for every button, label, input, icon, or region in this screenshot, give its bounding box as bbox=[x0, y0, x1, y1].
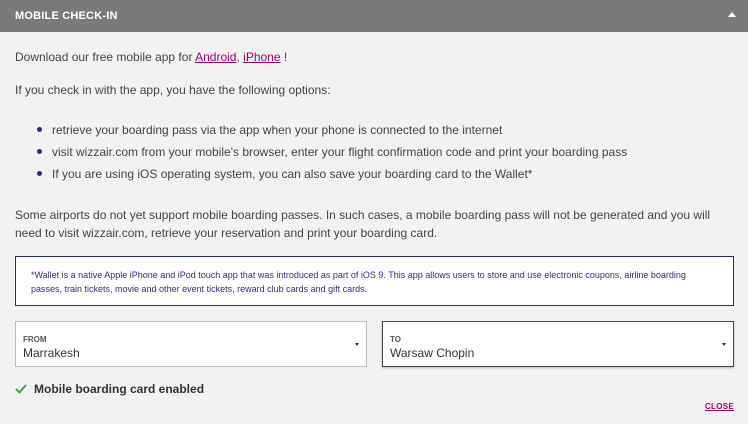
dropdown-arrow-icon bbox=[722, 343, 726, 346]
wallet-note-text: *Wallet is a native Apple iPhone and iPo… bbox=[31, 270, 686, 294]
status-text: Mobile boarding card enabled bbox=[34, 382, 205, 396]
to-value: Warsaw Chopin bbox=[390, 346, 475, 360]
to-airport-select[interactable]: TO Warsaw Chopin bbox=[382, 321, 734, 367]
to-label: TO bbox=[390, 335, 401, 344]
section-title: MOBILE CHECK-IN bbox=[15, 10, 118, 22]
from-value: Marrakesh bbox=[23, 346, 80, 360]
list-item-text: If you are using iOS operating system, y… bbox=[52, 167, 533, 181]
list-item: visit wizzair.com from your mobile's bro… bbox=[15, 144, 735, 166]
close-link[interactable]: CLOSE bbox=[705, 402, 734, 411]
mobile-boarding-status: Mobile boarding card enabled bbox=[15, 382, 204, 396]
android-link[interactable]: Android bbox=[195, 50, 236, 64]
options-list: retrieve your boarding pass via the app … bbox=[15, 122, 735, 188]
airports-note: Some airports do not yet support mobile … bbox=[15, 208, 711, 240]
bullet-icon bbox=[37, 149, 42, 154]
iphone-link[interactable]: iPhone bbox=[243, 50, 280, 64]
options-intro: If you check in with the app, you have t… bbox=[15, 83, 331, 97]
list-item: If you are using iOS operating system, y… bbox=[15, 166, 735, 188]
download-intro: Download our free mobile app for Android… bbox=[15, 50, 287, 64]
intro-prefix: Download our free mobile app for bbox=[15, 50, 196, 64]
list-item-text: retrieve your boarding pass via the app … bbox=[52, 123, 503, 137]
dropdown-arrow-icon bbox=[355, 343, 359, 346]
list-item: retrieve your boarding pass via the app … bbox=[15, 122, 735, 144]
from-label: FROM bbox=[23, 335, 47, 344]
from-airport-select[interactable]: FROM Marrakesh bbox=[15, 321, 367, 367]
intro-suffix: ! bbox=[280, 50, 288, 64]
bullet-icon bbox=[37, 127, 42, 132]
caret-up-icon[interactable] bbox=[728, 12, 736, 17]
list-item-text: visit wizzair.com from your mobile's bro… bbox=[52, 145, 628, 159]
bullet-icon bbox=[37, 171, 42, 176]
wallet-note-box: *Wallet is a native Apple iPhone and iPo… bbox=[15, 256, 734, 306]
section-header[interactable]: MOBILE CHECK-IN bbox=[0, 0, 748, 32]
check-icon bbox=[15, 384, 27, 394]
